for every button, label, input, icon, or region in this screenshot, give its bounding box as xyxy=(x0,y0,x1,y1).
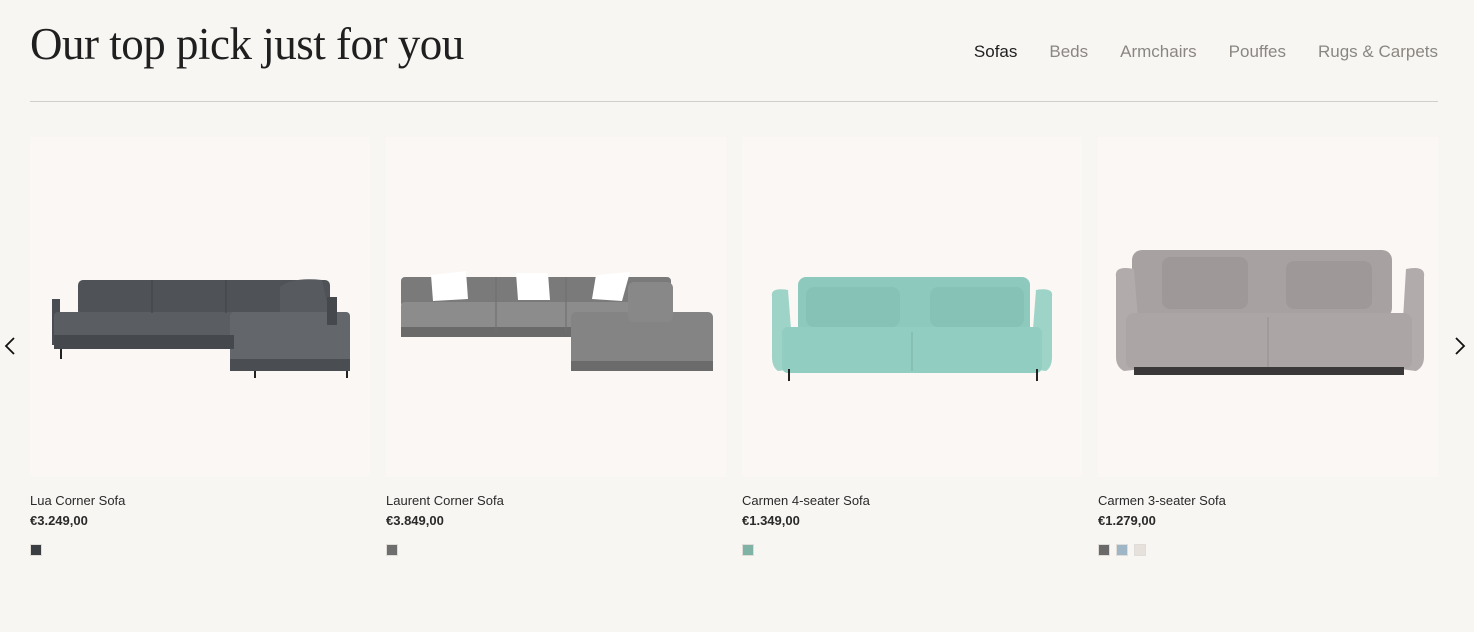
product-price: €1.279,00 xyxy=(1098,513,1156,528)
color-swatches xyxy=(386,544,726,556)
product-name[interactable]: Laurent Corner Sofa xyxy=(386,493,726,508)
product-image-carmen-3-seater-sofa[interactable] xyxy=(1098,137,1438,477)
carousel-next-button[interactable] xyxy=(1450,335,1470,359)
product-price: €3.849,00 xyxy=(386,513,444,528)
product-price: €1.349,00 xyxy=(742,513,800,528)
product-image-laurent-corner-sofa[interactable] xyxy=(386,137,726,477)
product-image-carmen-4-seater-sofa[interactable] xyxy=(742,137,1082,477)
color-swatches xyxy=(30,544,370,556)
category-tabs: Sofas Beds Armchairs Pouffes Rugs & Carp… xyxy=(974,42,1438,62)
color-swatch[interactable] xyxy=(386,544,398,556)
product-card: Lua Corner Sofa €3.249,00 xyxy=(30,137,370,567)
color-swatch[interactable] xyxy=(1116,544,1128,556)
color-swatch[interactable] xyxy=(1134,544,1146,556)
color-swatches xyxy=(742,544,1082,556)
chevron-right-icon xyxy=(1454,336,1466,359)
tab-pouffes[interactable]: Pouffes xyxy=(1229,42,1286,62)
product-name[interactable]: Carmen 3-seater Sofa xyxy=(1098,493,1438,508)
product-price: €3.249,00 xyxy=(30,513,88,528)
tab-sofas[interactable]: Sofas xyxy=(974,42,1017,62)
section-title: Our top pick just for you xyxy=(30,19,464,69)
product-card: Laurent Corner Sofa €3.849,00 xyxy=(386,137,726,567)
section-divider xyxy=(30,101,1438,102)
product-card: Carmen 4-seater Sofa €1.349,00 xyxy=(742,137,1082,567)
product-carousel: Lua Corner Sofa €3.249,00 Laurent Corner… xyxy=(30,137,1440,577)
chevron-left-icon xyxy=(4,336,16,359)
color-swatch[interactable] xyxy=(30,544,42,556)
product-card: Carmen 3-seater Sofa €1.279,00 xyxy=(1098,137,1438,567)
tab-beds[interactable]: Beds xyxy=(1049,42,1088,62)
product-name[interactable]: Lua Corner Sofa xyxy=(30,493,370,508)
tab-armchairs[interactable]: Armchairs xyxy=(1120,42,1197,62)
color-swatch[interactable] xyxy=(1098,544,1110,556)
product-section: Our top pick just for you Sofas Beds Arm… xyxy=(0,0,1474,632)
color-swatches xyxy=(1098,544,1438,556)
product-name[interactable]: Carmen 4-seater Sofa xyxy=(742,493,1082,508)
product-image-lua-corner-sofa[interactable] xyxy=(30,137,370,477)
color-swatch[interactable] xyxy=(742,544,754,556)
tab-rugs-carpets[interactable]: Rugs & Carpets xyxy=(1318,42,1438,62)
carousel-prev-button[interactable] xyxy=(0,335,20,359)
